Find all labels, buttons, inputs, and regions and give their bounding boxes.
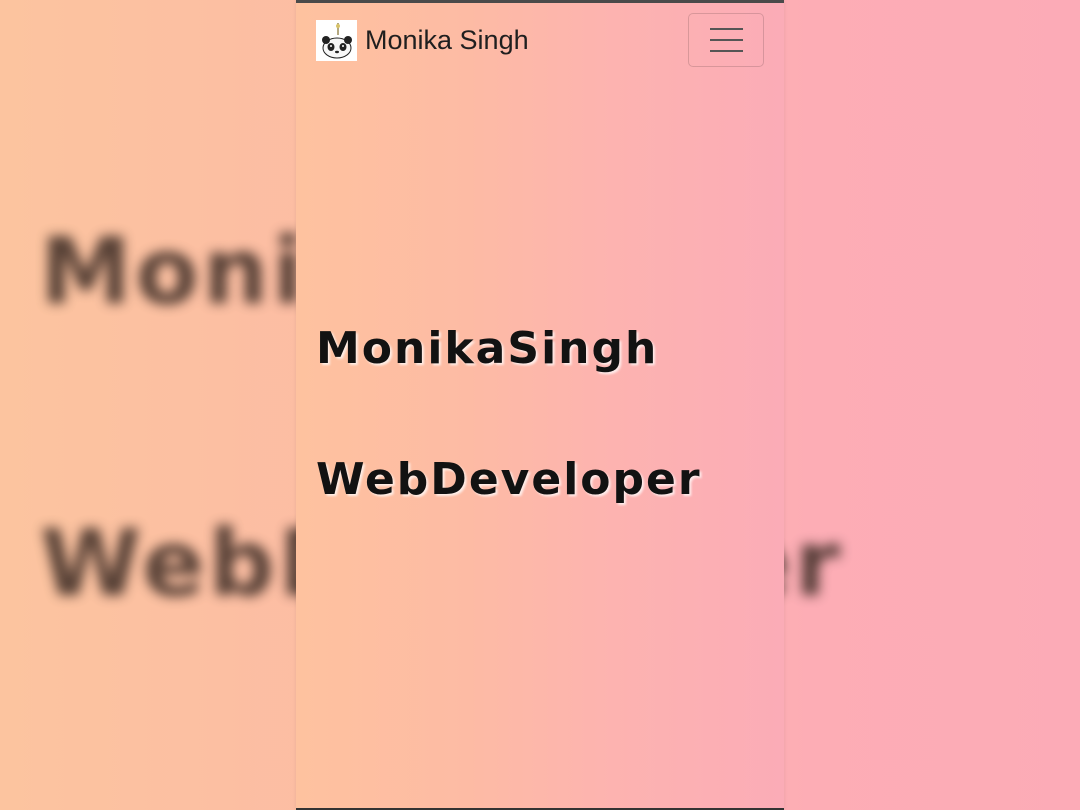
navbar: Monika Singh (296, 3, 784, 79)
brand-name: Monika Singh (365, 24, 529, 55)
hamburger-menu-icon (709, 50, 743, 52)
panda-icon (316, 19, 357, 61)
hero-subtitle: WebDeveloper (316, 454, 702, 505)
menu-toggle-button[interactable] (688, 13, 764, 67)
hero-title: MonikaSingh (316, 323, 659, 374)
mobile-viewport: Monika Singh MonikaSingh WebDeveloper (296, 0, 784, 810)
hamburger-menu-icon (709, 28, 743, 30)
navbar-brand[interactable]: Monika Singh (316, 19, 529, 61)
hamburger-menu-icon (709, 39, 743, 41)
